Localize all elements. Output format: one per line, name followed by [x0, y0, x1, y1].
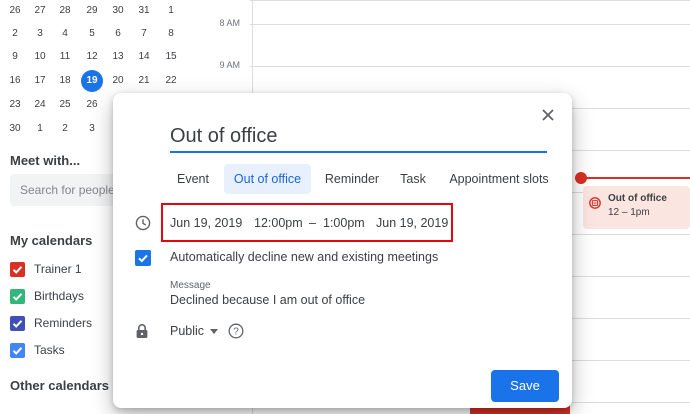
mini-calendar-week: 16 17 18 19 20 21 22: [0, 70, 200, 92]
decline-checkbox[interactable]: [135, 250, 151, 266]
mini-calendar-day[interactable]: 23: [4, 94, 26, 116]
mini-calendar-day[interactable]: 8: [160, 23, 182, 45]
mini-calendar-day[interactable]: 11: [54, 46, 76, 68]
time-label: 8 AM: [219, 18, 240, 28]
mini-calendar-day[interactable]: 31: [133, 0, 155, 22]
mini-calendar-day[interactable]: 30: [107, 0, 129, 22]
mini-calendar-day[interactable]: 29: [81, 0, 103, 22]
mini-calendar-day[interactable]: 7: [133, 23, 155, 45]
clock-icon: [135, 215, 151, 231]
mini-calendar-week: 2345678: [0, 26, 200, 42]
mini-calendar-day[interactable]: 10: [29, 46, 51, 68]
calendar-label: Birthdays: [34, 289, 85, 303]
mini-calendar-day[interactable]: 26: [4, 0, 26, 22]
mini-calendar-day[interactable]: 27: [29, 0, 51, 22]
calendar-item-reminders[interactable]: Reminders: [10, 315, 130, 333]
out-of-office-event[interactable]: Out of office 12 – 1pm: [583, 186, 690, 229]
svg-text:?: ?: [233, 327, 239, 338]
mini-calendar-day[interactable]: 21: [133, 70, 155, 92]
message-label: Message: [170, 280, 211, 291]
mini-calendar-day[interactable]: 15: [160, 46, 182, 68]
out-of-office-icon: [589, 197, 601, 209]
tab-reminder[interactable]: Reminder: [319, 164, 385, 194]
mini-calendar-day[interactable]: 20: [107, 70, 129, 92]
calendar-label: Tasks: [34, 343, 65, 357]
mini-calendar-day[interactable]: 24: [29, 94, 51, 116]
visibility-dropdown[interactable]: Public: [170, 324, 230, 340]
mini-calendar-day[interactable]: 18: [54, 70, 76, 92]
title-input[interactable]: Out of office: [170, 123, 547, 153]
other-calendars-title: Other calendars: [10, 378, 109, 393]
grid-line: [250, 0, 690, 1]
mini-calendar-day[interactable]: 5: [81, 23, 103, 45]
mini-calendar-day[interactable]: 6: [107, 23, 129, 45]
mini-calendar-day[interactable]: 26: [81, 94, 103, 116]
mini-calendar-week: 26 27 28 29 30 31 1: [0, 3, 200, 19]
mini-calendar-day[interactable]: 3: [29, 23, 51, 45]
chevron-down-icon: [210, 329, 218, 334]
calendar-label: Reminders: [34, 316, 93, 330]
event-title: Out of office: [608, 193, 667, 204]
mini-calendar-day[interactable]: 19: [81, 70, 103, 92]
message-input[interactable]: Declined because I am out of office: [170, 293, 365, 307]
mini-calendar-day[interactable]: 13: [107, 46, 129, 68]
mini-calendar-day[interactable]: 28: [54, 0, 76, 22]
mini-calendar-day[interactable]: 2: [54, 118, 76, 140]
lock-icon: [136, 324, 148, 338]
tab-task[interactable]: Task: [393, 164, 433, 194]
my-calendars-title: My calendars: [10, 233, 93, 248]
calendar-checkbox[interactable]: [10, 262, 25, 277]
save-button[interactable]: Save: [491, 370, 559, 402]
tab-event[interactable]: Event: [170, 164, 216, 194]
calendar-checkbox[interactable]: [10, 289, 25, 304]
calendar-item-tasks[interactable]: Tasks: [10, 342, 130, 360]
visibility-value: Public: [170, 324, 205, 338]
grid-line: [250, 66, 690, 67]
tab-appointment-slots[interactable]: Appointment slots: [441, 164, 557, 194]
tab-out-of-office[interactable]: Out of office: [224, 164, 311, 194]
mini-calendar-day[interactable]: 17: [29, 70, 51, 92]
mini-calendar-day[interactable]: 25: [54, 94, 76, 116]
mini-calendar-day[interactable]: 9: [4, 46, 26, 68]
close-icon[interactable]: [538, 105, 558, 125]
grid-line: [250, 24, 690, 25]
mini-calendar-day[interactable]: 12: [81, 46, 103, 68]
mini-calendar-day[interactable]: 4: [54, 23, 76, 45]
mini-calendar-day[interactable]: 1: [160, 0, 182, 22]
mini-calendar-day[interactable]: 22: [160, 70, 182, 92]
calendar-item-trainer[interactable]: Trainer 1: [10, 261, 130, 279]
mini-calendar-day[interactable]: 14: [133, 46, 155, 68]
event-time: 12 – 1pm: [608, 207, 650, 218]
current-time-dot: [575, 172, 587, 184]
calendar-label: Trainer 1: [34, 262, 82, 276]
date-highlight-box: [161, 203, 453, 242]
current-time-line: [575, 177, 690, 179]
mini-calendar-day[interactable]: 16: [4, 70, 26, 92]
time-label: 9 AM: [219, 60, 240, 70]
mini-calendar-day[interactable]: 2: [4, 23, 26, 45]
calendar-checkbox[interactable]: [10, 316, 25, 331]
event-type-tabs: Event Out of office Reminder Task Appoin…: [170, 164, 560, 194]
calendar-checkbox[interactable]: [10, 343, 25, 358]
help-icon[interactable]: ?: [228, 323, 244, 339]
mini-calendar-day[interactable]: 1: [29, 118, 51, 140]
mini-calendar-day[interactable]: 30: [4, 118, 26, 140]
event-dialog: Out of office Event Out of office Remind…: [113, 93, 572, 408]
meet-with-title: Meet with...: [10, 153, 81, 168]
calendar-item-birthdays[interactable]: Birthdays: [10, 288, 130, 306]
mini-calendar-week: 9 10 11 12 13 14 15: [0, 49, 200, 65]
mini-calendar-day[interactable]: 3: [81, 118, 103, 140]
decline-label: Automatically decline new and existing m…: [170, 250, 439, 264]
